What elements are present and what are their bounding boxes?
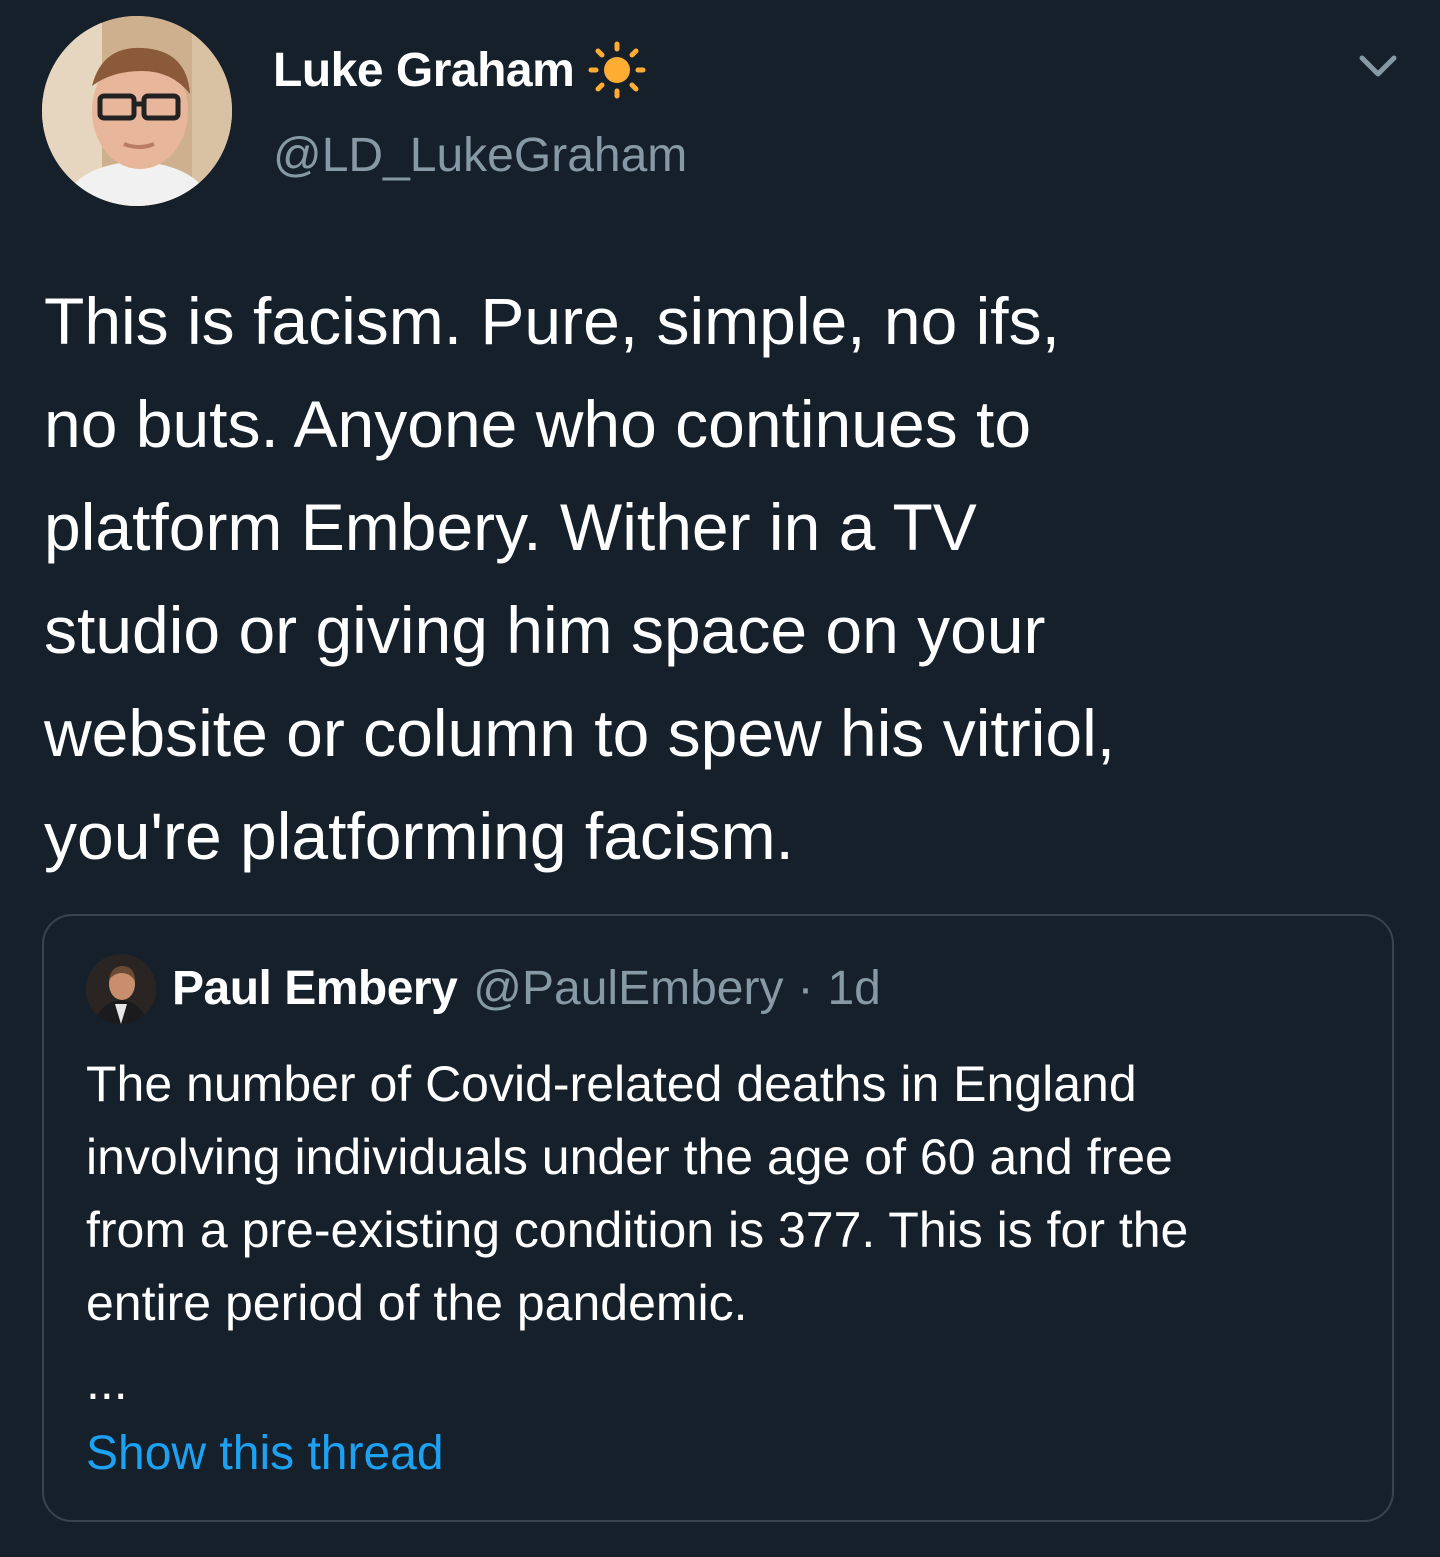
author-handle[interactable]: @LD_LukeGraham <box>273 128 687 183</box>
tweet-text: This is facism. Pure, simple, no ifs, no… <box>44 284 1116 873</box>
author-display-name[interactable]: Luke Graham <box>273 43 575 98</box>
chevron-down-icon[interactable] <box>1356 48 1400 88</box>
sun-icon <box>588 41 646 99</box>
author-avatar[interactable] <box>42 16 232 206</box>
quoted-tweet-card[interactable]: Paul Embery @PaulEmbery · 1d The number … <box>42 914 1394 1522</box>
quoted-tweet-header: Paul Embery @PaulEmbery · 1d <box>172 958 881 1018</box>
quoted-author-avatar[interactable] <box>86 954 156 1024</box>
quoted-author-handle[interactable]: @PaulEmbery <box>473 961 783 1016</box>
quoted-tweet-text: The number of Covid-related deaths in En… <box>86 1056 1189 1331</box>
quoted-tweet-ellipsis: ... <box>86 1354 128 1410</box>
author-name-row: Luke Graham <box>273 40 646 100</box>
avatar-photo <box>42 16 232 206</box>
quoted-author-name[interactable]: Paul Embery <box>172 961 458 1016</box>
quoted-avatar-photo <box>86 954 156 1024</box>
show-thread-link[interactable]: Show this thread <box>86 1426 444 1481</box>
header-separator: · <box>797 961 814 1015</box>
quoted-tweet-time[interactable]: 1d <box>827 961 880 1016</box>
